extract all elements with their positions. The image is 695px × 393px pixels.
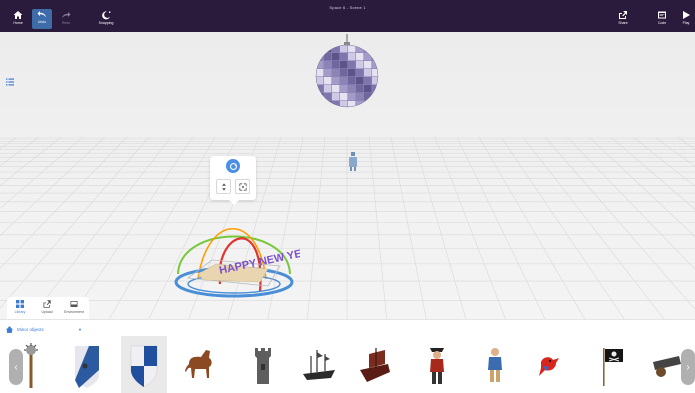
share-label: Share (618, 21, 628, 25)
vertical-arrows-icon (221, 182, 226, 191)
library-item-parrot[interactable] (526, 336, 572, 393)
horse-icon (185, 350, 212, 378)
distant-figure-object[interactable] (347, 152, 359, 172)
grid-icon (16, 300, 24, 308)
home-button[interactable]: Home (8, 10, 28, 30)
library-tabs: Library Upload Environment (7, 297, 89, 319)
scroll-right-button[interactable]: › (681, 349, 695, 385)
undo-label: Undo (37, 20, 47, 24)
tab-library[interactable]: Library (9, 300, 31, 314)
library-item-white-shield[interactable] (64, 336, 110, 393)
library-item-tower[interactable] (240, 336, 286, 393)
chevron-down-icon: ▼ (78, 326, 82, 332)
library-item-blue-shield[interactable] (121, 336, 167, 393)
pirate-icon (488, 348, 502, 382)
transform-gizmo[interactable]: HAPPY NEW YEAR (168, 204, 300, 304)
library-item-pirate[interactable] (472, 336, 518, 393)
shield-icon (130, 345, 158, 388)
category-label: Minor objects (17, 326, 44, 332)
tab-upload-label: Upload (41, 310, 53, 314)
list-icon (6, 78, 14, 86)
upload-icon (43, 300, 51, 308)
tab-library-label: Library (14, 310, 26, 314)
category-dropdown[interactable]: Minor objects ▼ (6, 324, 82, 334)
redo-icon (62, 12, 71, 19)
library-item-horse[interactable] (176, 336, 222, 393)
library-bar: Minor objects ▼ (0, 319, 695, 393)
move-vertical-button[interactable] (216, 179, 231, 194)
bag-icon (6, 325, 13, 333)
disco-ball-object[interactable] (312, 34, 382, 110)
scroll-left-button[interactable]: ‹ (9, 349, 23, 385)
scale-icon (238, 182, 247, 191)
share-icon (619, 11, 627, 19)
tab-environment[interactable]: Environment (63, 300, 85, 314)
home-icon (13, 11, 23, 19)
library-item-pirate-ship[interactable] (352, 336, 398, 393)
redo-label: Redo (61, 21, 71, 25)
library-item-shipwreck[interactable] (296, 336, 342, 393)
code-icon (658, 11, 666, 19)
ship-icon (360, 348, 390, 382)
rotate-mode-button[interactable] (226, 159, 240, 173)
tab-environment-label: Environment (64, 310, 84, 314)
play-icon (683, 11, 690, 19)
home-label: Home (13, 21, 23, 25)
play-label: Play (682, 21, 690, 25)
share-button[interactable]: Share (613, 10, 633, 30)
image-icon (70, 301, 78, 307)
tab-upload[interactable]: Upload (36, 300, 58, 314)
tower-icon (255, 348, 271, 384)
snapping-label: Snapping (98, 21, 114, 25)
scene-list-toggle[interactable] (6, 73, 14, 86)
play-button[interactable]: Play (676, 10, 695, 30)
top-toolbar: Space 6 - Scene 1 Home Undo Redo Snappin… (0, 0, 695, 32)
scene-viewport[interactable]: HAPPY NEW YEAR (0, 32, 695, 323)
object-context-menu (210, 156, 256, 205)
library-item-pirate-captain[interactable] (414, 336, 460, 393)
snapping-button[interactable]: Snapping (96, 10, 116, 30)
chevron-right-icon: › (686, 361, 690, 373)
snapping-icon (102, 11, 111, 20)
code-button[interactable]: Code (652, 10, 672, 30)
ship-icon (303, 350, 335, 380)
scale-button[interactable] (235, 179, 250, 194)
shield-icon (75, 346, 99, 388)
redo-button[interactable]: Redo (56, 10, 76, 30)
library-item-pirate-flag[interactable] (588, 336, 634, 393)
undo-icon (37, 11, 46, 18)
rotate-icon (229, 162, 237, 170)
parrot-icon (539, 357, 559, 376)
code-label: Code (657, 21, 667, 25)
pirate-icon (430, 348, 444, 384)
undo-button[interactable]: Undo (32, 9, 52, 29)
chevron-left-icon: ‹ (14, 361, 18, 373)
flag-icon (603, 348, 623, 386)
